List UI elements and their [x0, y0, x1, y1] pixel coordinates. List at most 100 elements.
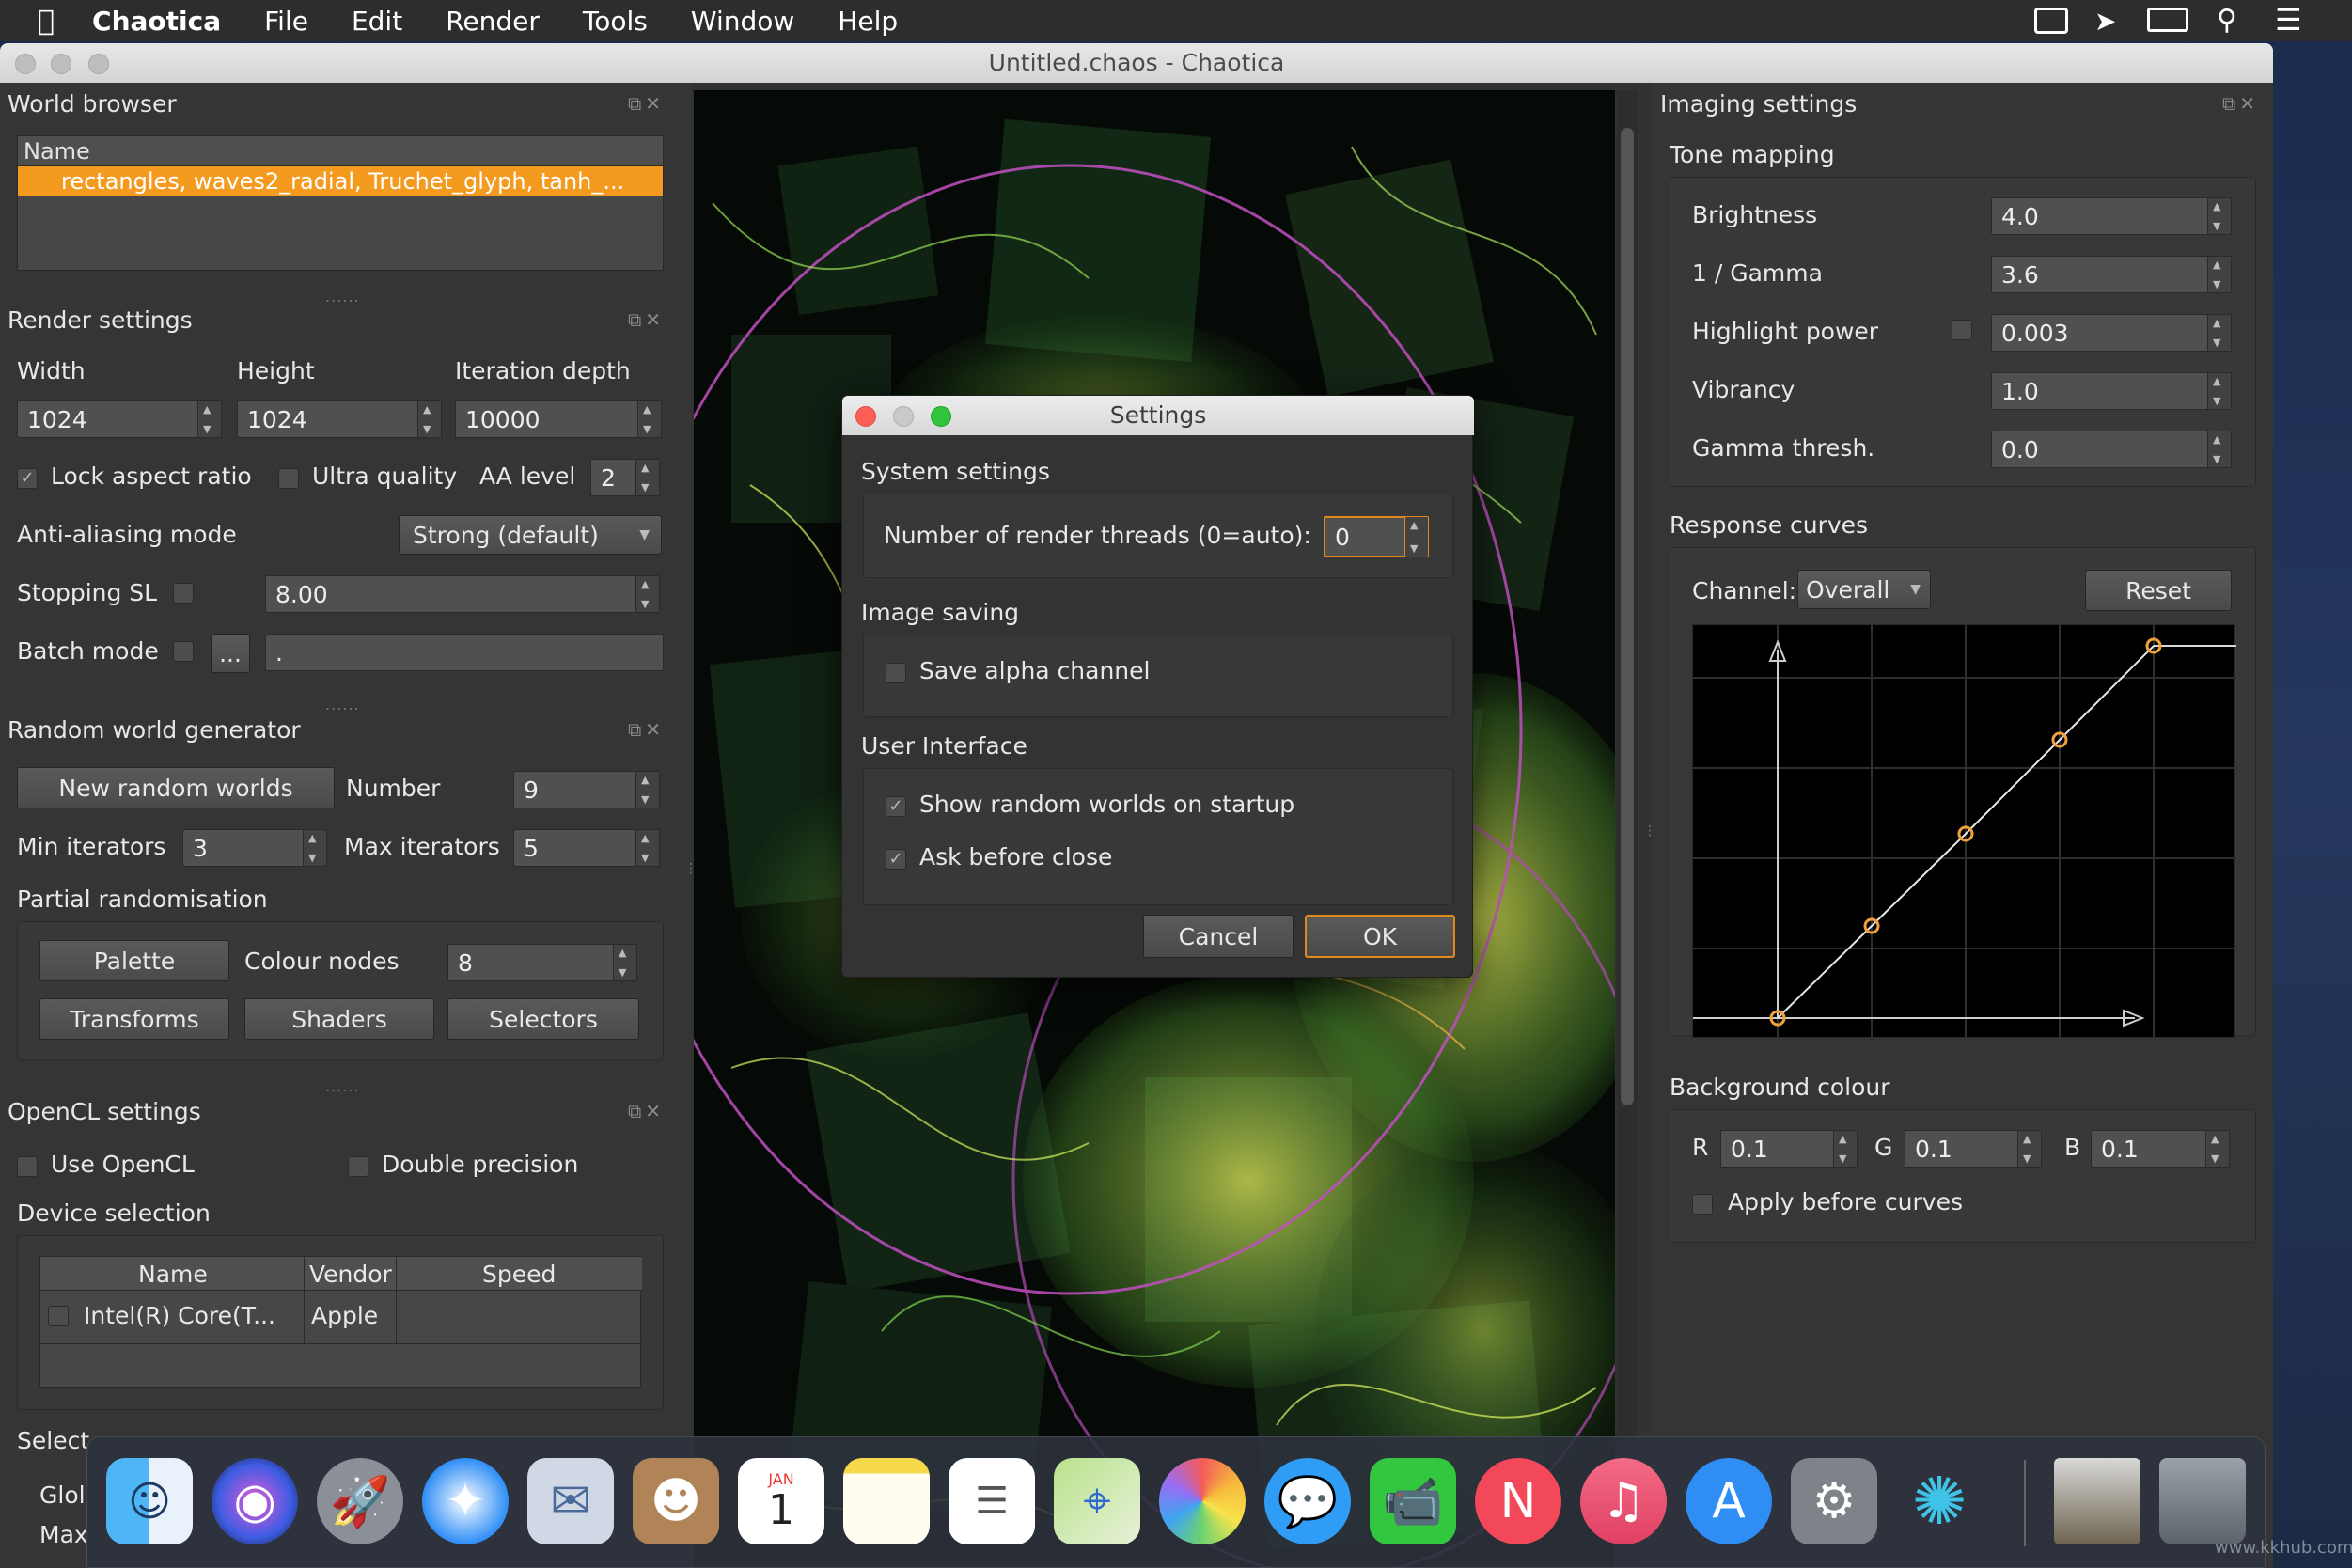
stopping-sl-checkbox[interactable] [173, 583, 194, 604]
device-column-vendor[interactable]: Vendor [309, 1261, 392, 1288]
calendar-icon[interactable]: JAN 1 [738, 1458, 824, 1544]
gamma-stepper[interactable] [2207, 256, 2232, 293]
ask-before-close-checkbox[interactable]: ✓ [886, 849, 906, 870]
menu-tools[interactable]: Tools [583, 6, 648, 37]
panel-float-close-icons[interactable]: ⧉✕ [628, 718, 665, 741]
canvas-scrollbar[interactable] [1617, 90, 1638, 1568]
colour-nodes-input[interactable]: 8 [447, 944, 615, 981]
transforms-button[interactable]: Transforms [39, 998, 229, 1040]
save-alpha-checkbox[interactable] [886, 663, 906, 683]
gamma-thresh-stepper[interactable] [2207, 431, 2232, 468]
screen-mirroring-icon[interactable] [2147, 8, 2188, 32]
spotlight-search-icon[interactable]: ⚲ [2217, 4, 2237, 37]
width-input[interactable]: 1024 [17, 400, 199, 438]
maps-icon[interactable]: ⌖ [1054, 1458, 1140, 1544]
panel-float-close-icons[interactable]: ⧉✕ [628, 308, 665, 331]
max-iterators-input[interactable]: 5 [513, 829, 637, 867]
iteration-depth-stepper[interactable] [637, 400, 662, 438]
ultra-quality-checkbox[interactable] [278, 468, 299, 489]
gamma-thresh-input[interactable]: 0.0 [1991, 431, 2209, 468]
cancel-button[interactable]: Cancel [1143, 915, 1294, 958]
width-stepper[interactable] [197, 400, 222, 438]
g-stepper[interactable] [2017, 1130, 2042, 1168]
menu-render[interactable]: Render [446, 6, 540, 37]
world-list-header[interactable]: Name [18, 136, 663, 166]
device-name-cell[interactable]: Intel(R) Core(T... [84, 1302, 275, 1329]
brightness-stepper[interactable] [2207, 197, 2232, 235]
batch-path-input[interactable]: . [265, 634, 664, 671]
min-iterators-stepper[interactable] [303, 829, 327, 867]
shaders-button[interactable]: Shaders [244, 998, 434, 1040]
splitter-handle[interactable]: ...... [325, 288, 360, 306]
device-column-name[interactable]: Name [138, 1261, 208, 1288]
device-column-speed[interactable]: Speed [482, 1261, 556, 1288]
response-curve-editor[interactable] [1692, 624, 2236, 1039]
highlight-power-input[interactable]: 0.003 [1991, 314, 2209, 352]
notes-icon[interactable] [843, 1458, 930, 1544]
ok-button[interactable]: OK [1305, 915, 1455, 958]
music-icon[interactable]: ♫ [1580, 1458, 1667, 1544]
launchpad-icon[interactable]: 🚀 [317, 1458, 403, 1544]
r-stepper[interactable] [1833, 1130, 1858, 1168]
dialog-zoom-button[interactable] [931, 406, 951, 427]
b-stepper[interactable] [2205, 1130, 2230, 1168]
app-menu[interactable]: Chaotica [92, 6, 221, 37]
notification-icon[interactable] [2034, 8, 2068, 34]
scrollbar-thumb[interactable] [1621, 128, 1634, 1105]
use-opencl-checkbox[interactable] [17, 1156, 38, 1177]
system-preferences-icon[interactable]: ⚙ [1791, 1458, 1877, 1544]
apple-menu-icon[interactable]:  [38, 5, 55, 38]
menu-edit[interactable]: Edit [352, 6, 402, 37]
palette-button[interactable]: Palette [39, 940, 229, 981]
safari-icon[interactable]: ✦ [422, 1458, 509, 1544]
siri-icon[interactable]: ◉ [212, 1458, 298, 1544]
device-row-checkbox[interactable] [48, 1306, 69, 1326]
brightness-input[interactable]: 4.0 [1991, 197, 2209, 235]
mail-icon[interactable]: ✉ [527, 1458, 614, 1544]
zoom-window-button[interactable] [88, 54, 109, 74]
double-precision-checkbox[interactable] [348, 1156, 368, 1177]
panel-float-close-icons[interactable]: ⧉✕ [628, 1100, 665, 1122]
gamma-input[interactable]: 3.6 [1991, 256, 2209, 293]
height-input[interactable]: 1024 [237, 400, 419, 438]
reminders-icon[interactable]: ☰ [949, 1458, 1035, 1544]
device-table[interactable]: Name Vendor Speed Intel(R) Core(T... App… [39, 1256, 642, 1388]
device-vendor-cell[interactable]: Apple [311, 1302, 378, 1329]
stopping-sl-input[interactable]: 8.00 [265, 575, 637, 613]
colour-nodes-stepper[interactable] [613, 944, 637, 981]
contacts-icon[interactable]: ☻ [633, 1458, 719, 1544]
number-stepper[interactable] [635, 771, 660, 808]
g-input[interactable]: 0.1 [1905, 1130, 2019, 1168]
right-dock-splitter[interactable]: ⋮ [1643, 823, 1656, 861]
render-threads-stepper[interactable] [1404, 516, 1429, 557]
panel-float-close-icons[interactable]: ⧉✕ [628, 92, 665, 115]
vibrancy-stepper[interactable] [2207, 372, 2232, 410]
app-store-icon[interactable]: A [1686, 1458, 1772, 1544]
news-icon[interactable]: N [1475, 1458, 1561, 1544]
world-list[interactable]: Name rectangles, waves2_radial, Truchet_… [17, 135, 664, 271]
b-input[interactable]: 0.1 [2091, 1130, 2207, 1168]
show-random-worlds-checkbox[interactable]: ✓ [886, 796, 906, 817]
max-iterators-stepper[interactable] [635, 829, 660, 867]
messages-icon[interactable]: 💬 [1264, 1458, 1351, 1544]
close-window-button[interactable] [15, 54, 36, 74]
aa-level-input[interactable]: 2 [590, 459, 635, 496]
minimize-window-button[interactable] [51, 54, 71, 74]
dialog-minimize-button[interactable] [893, 406, 914, 427]
menu-file[interactable]: File [264, 6, 308, 37]
downloads-stack-icon[interactable] [2054, 1458, 2140, 1544]
menu-window[interactable]: Window [691, 6, 794, 37]
batch-mode-checkbox[interactable] [173, 641, 194, 662]
photos-icon[interactable] [1159, 1458, 1246, 1544]
channel-select[interactable]: Overall ▼ [1797, 570, 1931, 609]
vibrancy-input[interactable]: 1.0 [1991, 372, 2209, 410]
reset-curves-button[interactable]: Reset [2085, 570, 2232, 611]
dialog-close-button[interactable] [855, 406, 876, 427]
left-dock-splitter[interactable]: ⋮ [684, 861, 698, 899]
panel-float-close-icons[interactable]: ⧉✕ [2222, 92, 2259, 115]
aa-level-stepper[interactable] [635, 459, 660, 496]
r-input[interactable]: 0.1 [1720, 1130, 1835, 1168]
apply-before-curves-checkbox[interactable] [1692, 1194, 1713, 1215]
splitter-handle[interactable]: ...... [325, 1077, 360, 1095]
stopping-sl-stepper[interactable] [635, 575, 660, 613]
